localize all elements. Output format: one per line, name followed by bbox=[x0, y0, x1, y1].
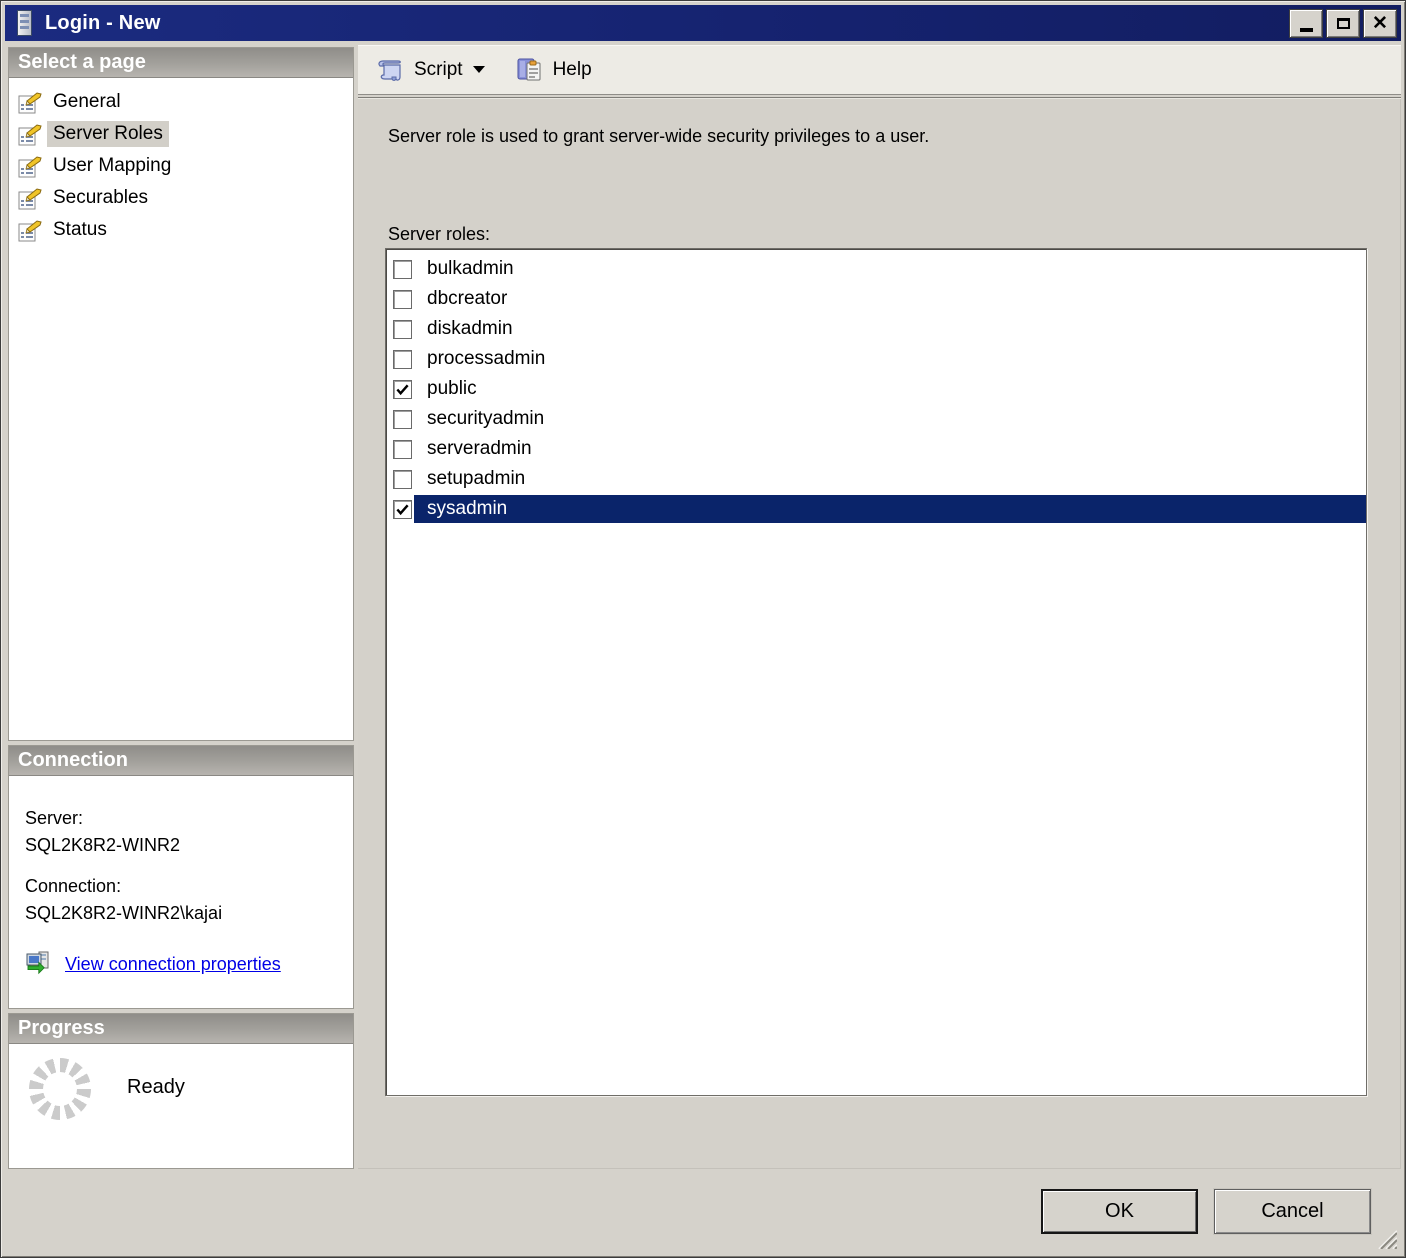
checkbox-unchecked-icon[interactable] bbox=[393, 350, 412, 369]
connection-panel: Connection Server: SQL2K8R2-WINR2 Connec… bbox=[8, 745, 354, 1009]
script-icon bbox=[376, 55, 406, 85]
progress-spinner-icon bbox=[29, 1058, 91, 1120]
sidebar-item-user-mapping[interactable]: User Mapping bbox=[9, 150, 353, 182]
role-row-public[interactable]: public bbox=[386, 374, 1366, 404]
connection-properties-icon bbox=[25, 950, 57, 978]
role-row-securityadmin[interactable]: securityadmin bbox=[386, 404, 1366, 434]
script-label: Script bbox=[414, 59, 463, 81]
cancel-button[interactable]: Cancel bbox=[1214, 1189, 1371, 1234]
sidebar-item-label: User Mapping bbox=[47, 153, 177, 179]
role-row-serveradmin[interactable]: serveradmin bbox=[386, 434, 1366, 464]
role-name: diskadmin bbox=[414, 315, 1366, 343]
minimize-icon bbox=[1300, 28, 1313, 32]
server-roles-label: Server roles: bbox=[388, 224, 490, 245]
maximize-icon bbox=[1337, 18, 1350, 29]
select-page-header: Select a page bbox=[9, 48, 353, 78]
sidebar-item-securables[interactable]: Securables bbox=[9, 182, 353, 214]
checkbox-checked-icon[interactable] bbox=[393, 500, 412, 519]
checkbox-checked-icon[interactable] bbox=[393, 380, 412, 399]
checkbox-unchecked-icon[interactable] bbox=[393, 470, 412, 489]
connection-label: Connection: bbox=[25, 876, 353, 897]
window-title: Login - New bbox=[45, 12, 161, 35]
server-roles-page: Server role is used to grant server-wide… bbox=[358, 97, 1401, 1169]
role-name: securityadmin bbox=[414, 405, 1366, 433]
checkbox-unchecked-icon[interactable] bbox=[393, 320, 412, 339]
connection-value: SQL2K8R2-WINR2\kajai bbox=[25, 903, 353, 924]
role-name: processadmin bbox=[414, 345, 1366, 373]
toolbar: Script Help bbox=[358, 45, 1401, 95]
help-label: Help bbox=[553, 59, 592, 81]
title-bar[interactable]: Login - New ✕ bbox=[5, 5, 1401, 41]
role-row-bulkadmin[interactable]: bulkadmin bbox=[386, 254, 1366, 284]
checkbox-unchecked-icon[interactable] bbox=[393, 260, 412, 279]
script-dropdown-icon[interactable] bbox=[473, 66, 485, 73]
role-row-diskadmin[interactable]: diskadmin bbox=[386, 314, 1366, 344]
select-page-panel: Select a page General Server Roles User Ma… bbox=[8, 47, 354, 741]
page-icon bbox=[17, 217, 47, 243]
connection-header: Connection bbox=[9, 746, 353, 776]
progress-panel: Progress Ready bbox=[8, 1013, 354, 1169]
role-row-sysadmin[interactable]: sysadmin bbox=[386, 494, 1366, 524]
connection-body: Server: SQL2K8R2-WINR2 Connection: SQL2K… bbox=[9, 776, 353, 978]
role-row-processadmin[interactable]: processadmin bbox=[386, 344, 1366, 374]
checkbox-unchecked-icon[interactable] bbox=[393, 440, 412, 459]
role-name: sysadmin bbox=[414, 495, 1366, 523]
sidebar-item-label: General bbox=[47, 89, 127, 115]
help-icon bbox=[515, 55, 545, 85]
page-icon bbox=[17, 185, 47, 211]
sidebar-item-label: Status bbox=[47, 217, 113, 243]
close-icon: ✕ bbox=[1372, 14, 1388, 33]
select-page-list: General Server Roles User Mapping Securable… bbox=[9, 78, 353, 246]
resize-grip[interactable] bbox=[1373, 1225, 1397, 1249]
server-roles-listbox[interactable]: bulkadmindbcreatordiskadminprocessadminp… bbox=[385, 248, 1367, 1096]
server-app-icon bbox=[13, 9, 37, 37]
page-icon bbox=[17, 121, 47, 147]
server-value: SQL2K8R2-WINR2 bbox=[25, 835, 353, 856]
progress-body: Ready bbox=[9, 1044, 353, 1120]
progress-status: Ready bbox=[127, 1076, 185, 1099]
page-icon bbox=[17, 89, 47, 115]
role-name: bulkadmin bbox=[414, 255, 1366, 283]
sidebar-item-server-roles[interactable]: Server Roles bbox=[9, 118, 353, 150]
role-name: setupadmin bbox=[414, 465, 1366, 493]
sidebar-item-general[interactable]: General bbox=[9, 86, 353, 118]
maximize-button[interactable] bbox=[1326, 9, 1360, 38]
sidebar-item-status[interactable]: Status bbox=[9, 214, 353, 246]
script-button[interactable]: Script bbox=[368, 51, 493, 89]
sidebar-item-label: Server Roles bbox=[47, 121, 169, 147]
window-controls: ✕ bbox=[1289, 9, 1397, 38]
role-row-dbcreator[interactable]: dbcreator bbox=[386, 284, 1366, 314]
ok-button[interactable]: OK bbox=[1041, 1189, 1198, 1234]
role-name: dbcreator bbox=[414, 285, 1366, 313]
view-connection-properties-link[interactable]: View connection properties bbox=[65, 954, 281, 975]
close-button[interactable]: ✕ bbox=[1363, 9, 1397, 38]
login-new-dialog: Login - New ✕ Select a page General Serve… bbox=[0, 0, 1406, 1258]
help-button[interactable]: Help bbox=[507, 51, 600, 89]
page-description: Server role is used to grant server-wide… bbox=[388, 126, 929, 147]
sidebar-item-label: Securables bbox=[47, 185, 154, 211]
server-label: Server: bbox=[25, 808, 353, 829]
checkbox-unchecked-icon[interactable] bbox=[393, 290, 412, 309]
progress-header: Progress bbox=[9, 1014, 353, 1044]
checkbox-unchecked-icon[interactable] bbox=[393, 410, 412, 429]
role-row-setupadmin[interactable]: setupadmin bbox=[386, 464, 1366, 494]
minimize-button[interactable] bbox=[1289, 9, 1323, 38]
page-icon bbox=[17, 153, 47, 179]
role-name: serveradmin bbox=[414, 435, 1366, 463]
role-name: public bbox=[414, 375, 1366, 403]
